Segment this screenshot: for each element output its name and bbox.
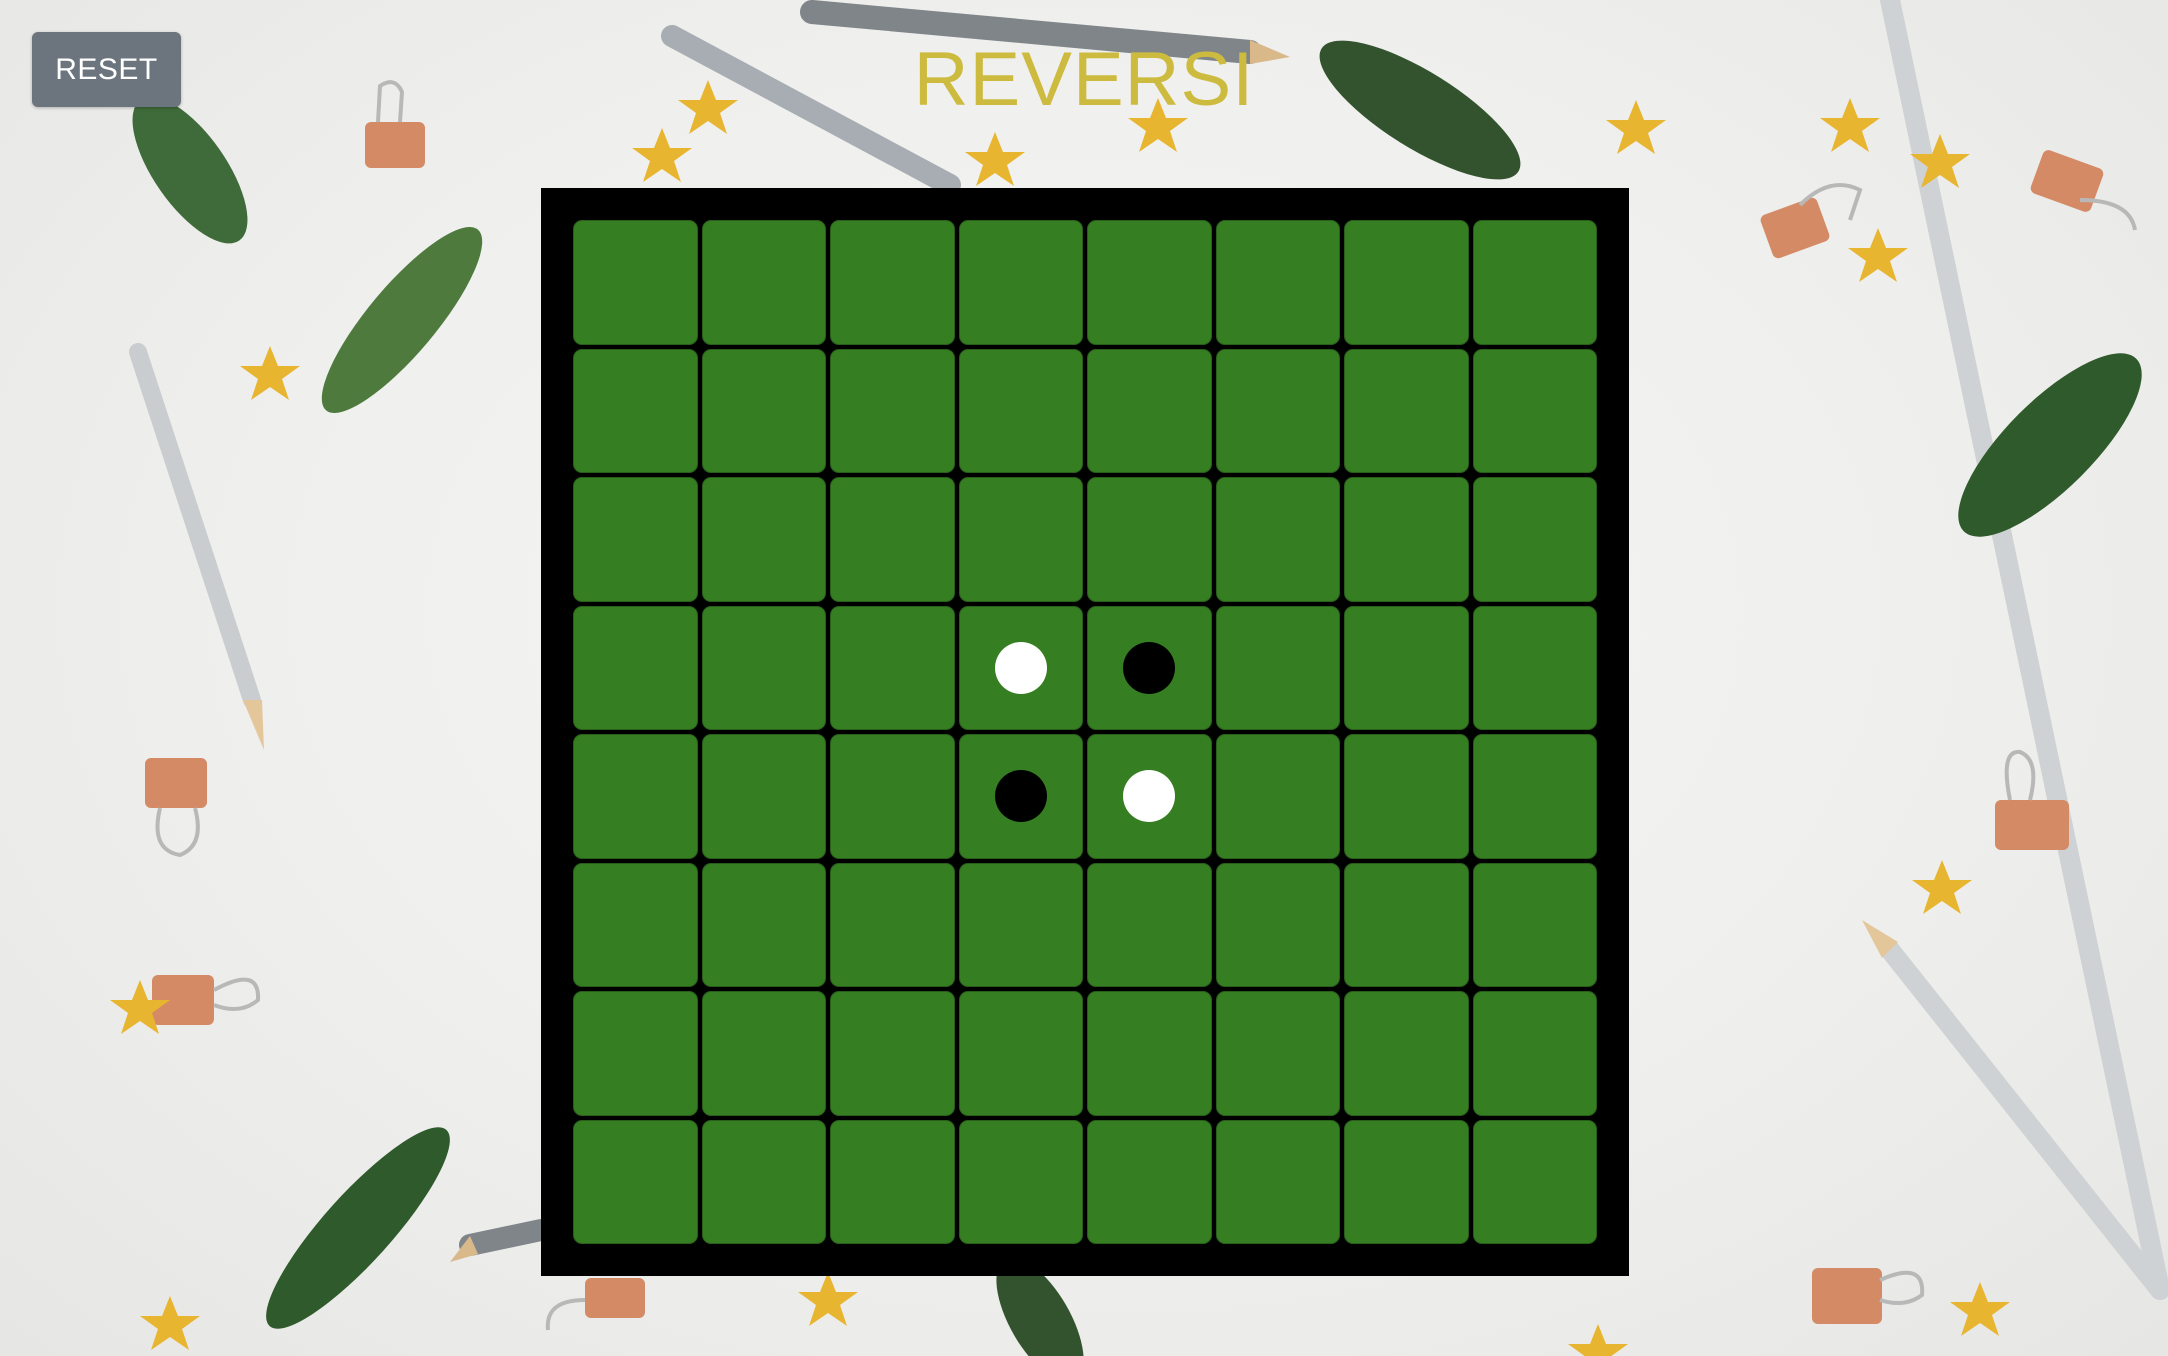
board-cell[interactable]: [573, 862, 698, 987]
board-cell[interactable]: [573, 734, 698, 859]
board-cell[interactable]: [1344, 862, 1469, 987]
board-cell[interactable]: [1087, 477, 1212, 602]
leaf-decoration: [266, 1127, 450, 1329]
board-cell[interactable]: [1087, 220, 1212, 345]
board-cell[interactable]: [1344, 605, 1469, 730]
white-disc: [994, 641, 1047, 694]
game-board: [541, 188, 1629, 1276]
board-cell[interactable]: [1215, 605, 1340, 730]
board-cell[interactable]: [573, 220, 698, 345]
board-cell[interactable]: [701, 477, 826, 602]
leaf-decoration: [321, 227, 483, 413]
board-cell[interactable]: [1344, 734, 1469, 859]
board-cell[interactable]: [701, 1119, 826, 1244]
board-cell[interactable]: [1472, 862, 1597, 987]
board-cell[interactable]: [1215, 348, 1340, 473]
board-cell[interactable]: [1472, 734, 1597, 859]
board-cell[interactable]: [1087, 862, 1212, 987]
board-cell[interactable]: [573, 991, 698, 1116]
binder-clip-decoration: [1760, 183, 1863, 259]
board-cell[interactable]: [1087, 991, 1212, 1116]
board-cell[interactable]: [701, 991, 826, 1116]
board-cell[interactable]: [701, 862, 826, 987]
board-cell[interactable]: [1215, 991, 1340, 1116]
board-cell[interactable]: [1344, 1119, 1469, 1244]
board-cell[interactable]: [1344, 477, 1469, 602]
pencil-decoration: [450, 1219, 552, 1262]
board-cell[interactable]: [830, 991, 955, 1116]
board-cell[interactable]: [958, 862, 1083, 987]
board-cell[interactable]: [830, 605, 955, 730]
board-cell[interactable]: [1087, 734, 1212, 859]
board-cell[interactable]: [573, 1119, 698, 1244]
board-cell[interactable]: [958, 734, 1083, 859]
board-cell[interactable]: [701, 348, 826, 473]
board-cell[interactable]: [1215, 862, 1340, 987]
board-cell[interactable]: [830, 220, 955, 345]
board-cell[interactable]: [1472, 220, 1597, 345]
board-cell[interactable]: [1472, 348, 1597, 473]
binder-clip-decoration: [545, 1278, 645, 1331]
binder-clip-decoration: [2030, 150, 2137, 231]
board-cell[interactable]: [958, 220, 1083, 345]
pencil-decoration: [129, 343, 264, 750]
board-cell[interactable]: [958, 991, 1083, 1116]
board-cell[interactable]: [1215, 477, 1340, 602]
board-cell[interactable]: [1344, 991, 1469, 1116]
board-cell[interactable]: [830, 862, 955, 987]
board-cell[interactable]: [573, 348, 698, 473]
board-cell[interactable]: [1087, 348, 1212, 473]
board-cell[interactable]: [830, 734, 955, 859]
board-cell[interactable]: [701, 605, 826, 730]
board-cell[interactable]: [701, 734, 826, 859]
board-cell[interactable]: [958, 605, 1083, 730]
board-cell[interactable]: [1215, 734, 1340, 859]
board-cell[interactable]: [830, 477, 955, 602]
board-cell[interactable]: [1215, 220, 1340, 345]
board-cell[interactable]: [1344, 348, 1469, 473]
board-cell[interactable]: [1472, 1119, 1597, 1244]
black-disc: [1123, 641, 1176, 694]
board-cell[interactable]: [573, 477, 698, 602]
board-cell[interactable]: [1344, 220, 1469, 345]
board-cell[interactable]: [958, 348, 1083, 473]
binder-clip-decoration: [1812, 1268, 1925, 1324]
board-cell[interactable]: [830, 348, 955, 473]
board-cell[interactable]: [1472, 605, 1597, 730]
board-cell[interactable]: [1472, 991, 1597, 1116]
black-disc: [994, 770, 1047, 823]
white-disc: [1123, 770, 1176, 823]
board-cell[interactable]: [1215, 1119, 1340, 1244]
board-cell[interactable]: [701, 220, 826, 345]
page-title: REVERSI: [913, 37, 1255, 122]
board-cell[interactable]: [958, 1119, 1083, 1244]
board-cell[interactable]: [1087, 1119, 1212, 1244]
board-cell[interactable]: [573, 605, 698, 730]
binder-clip-decoration: [145, 758, 207, 858]
pencil-decoration: [1862, 0, 2168, 1300]
board-cell[interactable]: [958, 477, 1083, 602]
board-grid: [573, 220, 1597, 1244]
board-cell[interactable]: [830, 1119, 955, 1244]
board-cell[interactable]: [1087, 605, 1212, 730]
board-cell[interactable]: [1472, 477, 1597, 602]
